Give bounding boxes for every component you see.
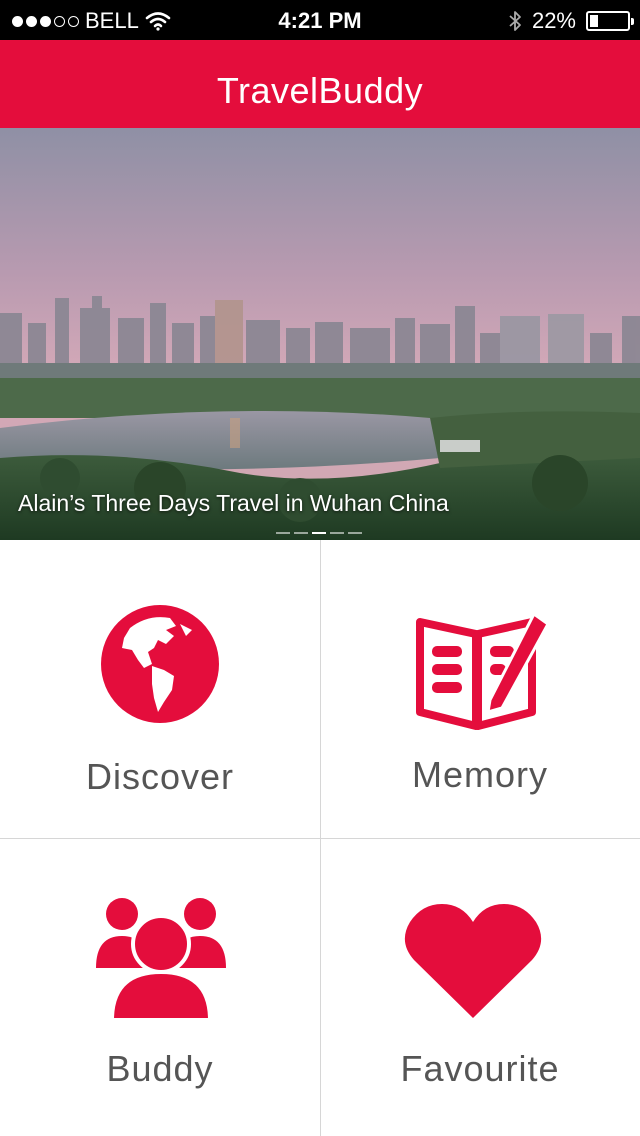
heart-icon xyxy=(404,904,542,1018)
app-header: TravelBuddy xyxy=(0,40,640,128)
status-right: 22% xyxy=(508,8,634,34)
page-dot[interactable] xyxy=(312,532,326,534)
carousel-page-indicator[interactable] xyxy=(276,532,362,534)
menu-tile-memory[interactable]: Memory xyxy=(320,540,640,838)
bluetooth-icon xyxy=(509,11,521,31)
hero-carousel[interactable]: Alain’s Three Days Travel in Wuhan China xyxy=(0,128,640,540)
menu-tile-discover[interactable]: Discover xyxy=(0,540,320,838)
menu-label-buddy: Buddy xyxy=(106,1048,214,1089)
menu-label-memory: Memory xyxy=(411,754,548,795)
page-dot[interactable] xyxy=(276,532,290,534)
menu-tile-buddy[interactable]: Buddy xyxy=(0,838,320,1136)
hero-cityscape-image xyxy=(0,128,640,540)
status-bar: BELL 4:21 PM 22% xyxy=(0,0,640,40)
menu-label-discover: Discover xyxy=(85,756,235,797)
menu-tile-favourite[interactable]: Favourite xyxy=(320,838,640,1136)
page-dot[interactable] xyxy=(330,532,344,534)
app-title: TravelBuddy xyxy=(216,70,424,111)
group-icon xyxy=(96,898,226,1022)
battery-percent: 22% xyxy=(531,8,576,33)
page-dot[interactable] xyxy=(294,532,308,534)
globe-icon xyxy=(101,605,219,723)
battery-icon xyxy=(586,11,634,31)
notebook-pen-icon xyxy=(416,611,550,730)
grid-divider-horizontal xyxy=(0,838,640,839)
hero-caption: Alain’s Three Days Travel in Wuhan China xyxy=(18,490,449,516)
page-dot[interactable] xyxy=(348,532,362,534)
menu-label-favourite: Favourite xyxy=(400,1048,560,1089)
